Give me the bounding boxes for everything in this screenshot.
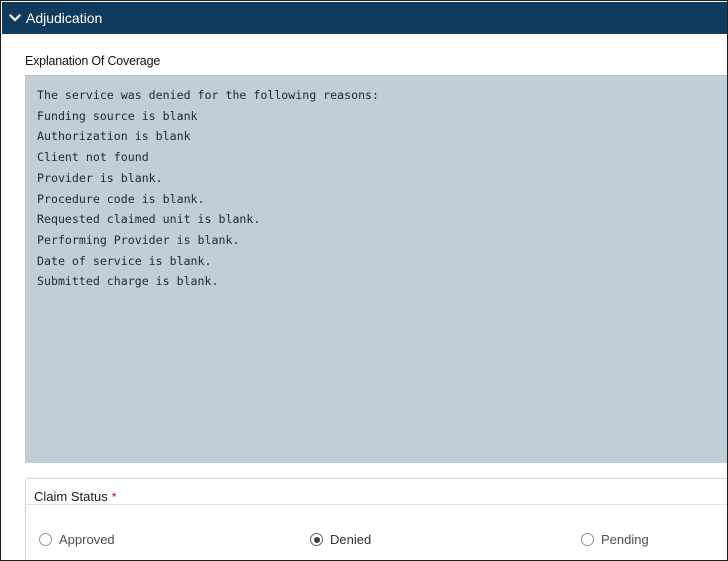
explanation-line: Submitted charge is blank. xyxy=(37,274,219,289)
claim-status-label-text: Claim Status xyxy=(34,489,108,504)
claim-status-section xyxy=(25,478,727,560)
adjudication-panel: Adjudication Explanation Of Coverage The… xyxy=(0,0,728,561)
panel-title: Adjudication xyxy=(26,10,103,26)
radio-denied[interactable]: Denied xyxy=(310,532,371,547)
explanation-line: Procedure code is blank. xyxy=(37,191,205,206)
required-marker: * xyxy=(111,490,117,504)
explanation-line: Performing Provider is blank. xyxy=(37,232,240,247)
divider xyxy=(25,504,727,505)
explanation-line: Client not found xyxy=(37,150,149,165)
radio-pending-label: Pending xyxy=(601,532,649,547)
claim-status-label: Claim Status * xyxy=(34,489,116,504)
explanation-line: Funding source is blank xyxy=(37,108,198,123)
adjudication-header[interactable]: Adjudication xyxy=(2,2,727,34)
radio-approved[interactable]: Approved xyxy=(39,532,115,547)
explanation-line: Requested claimed unit is blank. xyxy=(37,212,261,227)
explanation-line: The service was denied for the following… xyxy=(37,88,380,102)
explanation-line: Authorization is blank xyxy=(37,129,191,144)
radio-denied-label: Denied xyxy=(330,532,372,547)
radio-pending-control[interactable] xyxy=(581,533,594,546)
explanation-of-coverage-text[interactable]: The service was denied for the following… xyxy=(25,75,727,463)
explanation-line: Date of service is blank. xyxy=(37,253,212,268)
radio-pending[interactable]: Pending xyxy=(581,532,649,547)
radio-approved-label: Approved xyxy=(59,532,115,547)
radio-approved-control[interactable] xyxy=(39,533,52,546)
radio-denied-control[interactable] xyxy=(310,533,323,546)
chevron-down-icon[interactable] xyxy=(9,12,21,24)
explanation-of-coverage-label: Explanation Of Coverage xyxy=(25,54,161,68)
explanation-line: Provider is blank. xyxy=(37,170,163,185)
